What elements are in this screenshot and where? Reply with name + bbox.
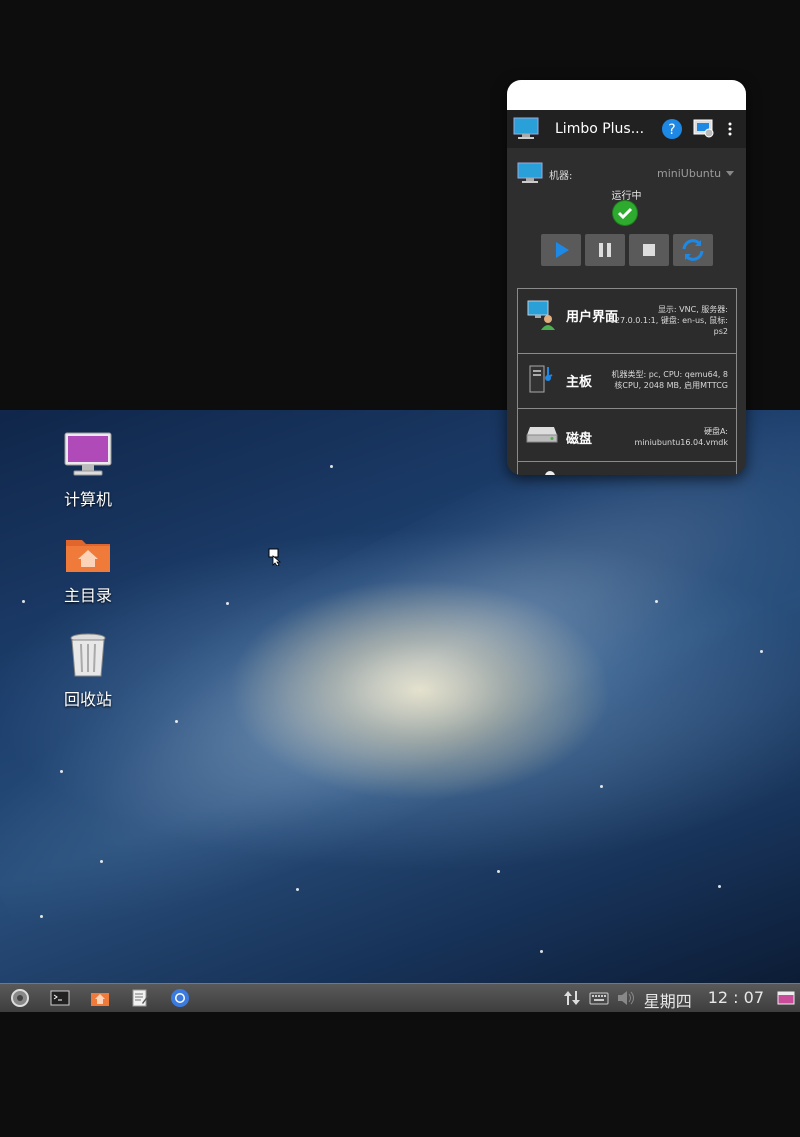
card-description: 硬盘A: miniubuntu16.04.vmdk	[634, 427, 729, 447]
card-user-interface[interactable]: 用户界面 显示: VNC, 服务器: 127.0.0.1:1, 键盘: en-u…	[517, 288, 737, 354]
start-vm-button[interactable]	[541, 234, 581, 266]
home-folder-icon[interactable]	[90, 988, 110, 1008]
machine-selector-row: 机器: miniUbuntu	[517, 162, 737, 184]
star	[100, 860, 103, 863]
browser-icon[interactable]	[170, 988, 190, 1008]
card-description: 机器类型: pc, CPU: qemu64, 8 核CPU, 2048 MB, …	[611, 370, 728, 390]
star	[60, 770, 63, 773]
desktop-icon-computer[interactable]: 计算机	[48, 430, 128, 510]
card-disks[interactable]: 磁盘 硬盘A: miniubuntu16.04.vmdk	[517, 408, 737, 462]
monitor-icon	[517, 162, 543, 183]
keyboard-icon[interactable]	[589, 988, 609, 1008]
hard-disk-icon	[526, 427, 558, 443]
volume-muted-icon[interactable]	[616, 988, 636, 1008]
star	[330, 465, 333, 468]
star	[175, 720, 178, 723]
dropdown-arrow-icon[interactable]	[726, 171, 734, 176]
app-title: Limbo Plus...	[555, 121, 645, 137]
stop-vm-button[interactable]	[629, 234, 669, 266]
app-bar: Limbo Plus... ?	[507, 110, 746, 148]
star	[296, 888, 299, 891]
restart-vm-button[interactable]	[673, 234, 713, 266]
check-icon	[613, 201, 637, 225]
taskbar-weekday: 星期四	[643, 992, 692, 1011]
machine-label: 机器:	[549, 171, 573, 182]
mouse-cursor-icon	[268, 548, 282, 566]
star	[497, 870, 500, 873]
card-title: 磁盘	[566, 432, 593, 447]
terminal-icon[interactable]	[50, 988, 70, 1008]
taskbar-time: 12 : 07	[707, 988, 764, 1007]
desktop-icon-trash[interactable]: 回收站	[48, 632, 128, 710]
start-menu-icon[interactable]	[10, 988, 30, 1008]
svg-text:?: ?	[668, 122, 675, 138]
monitor-icon	[513, 117, 539, 139]
star	[760, 650, 763, 653]
desktop[interactable]: 计算机 主目录 回收站	[0, 410, 800, 983]
star	[540, 950, 543, 953]
show-desktop-icon[interactable]	[776, 988, 796, 1008]
desktop-icon-label: 计算机	[63, 490, 112, 509]
text-editor-icon[interactable]	[130, 988, 150, 1008]
help-icon[interactable]: ?	[661, 118, 683, 140]
home-folder-icon	[66, 540, 110, 572]
more-options-icon[interactable]	[726, 121, 734, 137]
card-description: 显示: VNC, 服务器: 127.0.0.1:1, 键盘: en-us, 鼠标…	[609, 305, 728, 336]
star	[22, 600, 25, 603]
star	[226, 602, 229, 605]
pause-icon	[599, 243, 611, 257]
limbo-floating-window[interactable]: Limbo Plus... ? 机器: miniUbuntu 运行中 用户界面 …	[507, 80, 746, 475]
card-removable-media[interactable]	[517, 461, 737, 475]
card-title: 主板	[566, 375, 593, 390]
removable-disc-icon	[545, 471, 555, 475]
star	[655, 600, 658, 603]
vm-status-text: 运行中	[611, 191, 642, 202]
stop-icon	[643, 244, 655, 256]
display-settings-icon[interactable]	[693, 119, 715, 139]
machine-dropdown[interactable]: miniUbuntu	[657, 167, 721, 180]
window-top-bar[interactable]	[507, 80, 746, 110]
taskbar: 星期四 12 : 07	[0, 983, 800, 1012]
monitor-icon	[64, 432, 112, 476]
trash-icon	[70, 633, 106, 677]
network-arrows-icon[interactable]	[562, 988, 582, 1008]
taskbar-clock[interactable]: 星期四 12 : 07	[644, 988, 764, 1012]
user-interface-icon	[527, 300, 555, 330]
play-icon	[556, 242, 569, 258]
pause-vm-button[interactable]	[585, 234, 625, 266]
card-mainboard[interactable]: 主板 机器类型: pc, CPU: qemu64, 8 核CPU, 2048 M…	[517, 353, 737, 409]
desktop-icon-home[interactable]: 主目录	[48, 532, 128, 606]
star	[40, 915, 43, 918]
star	[718, 885, 721, 888]
desktop-icon-label: 主目录	[63, 586, 112, 605]
star	[600, 785, 603, 788]
refresh-icon	[682, 239, 704, 261]
motherboard-icon	[529, 365, 553, 393]
desktop-icon-label: 回收站	[63, 690, 112, 709]
